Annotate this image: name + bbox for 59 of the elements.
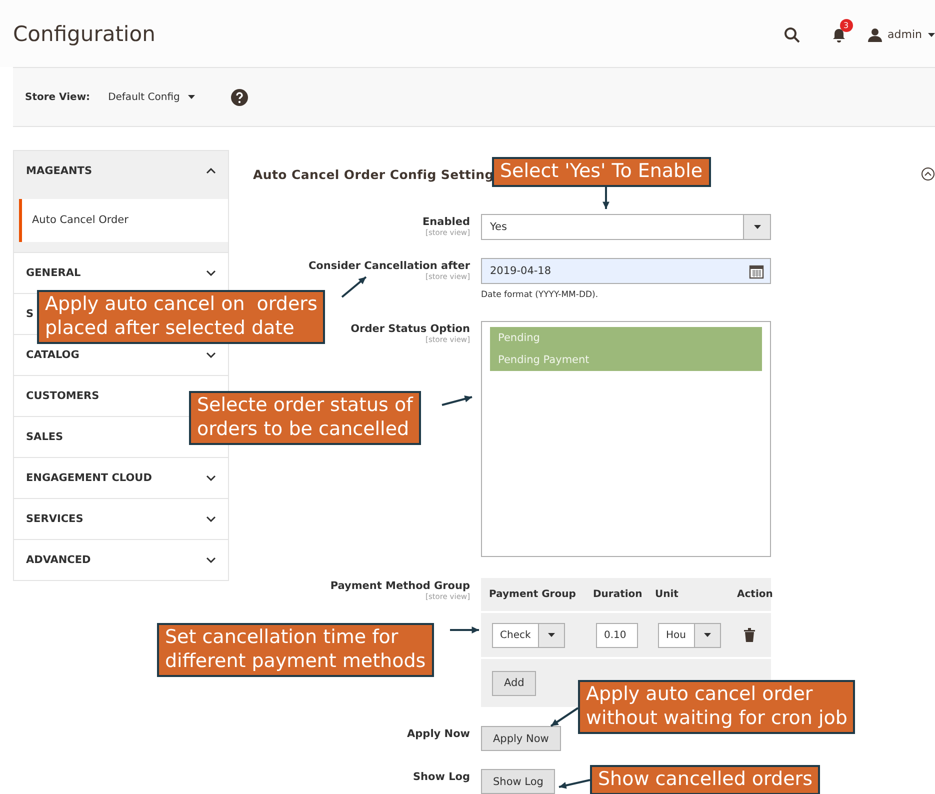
unit-select[interactable]: Hou — [658, 622, 721, 648]
annotation-tooltip: Apply auto cancel order without waiting for cron job — [578, 680, 856, 734]
annotation-tooltip: Selecte order status of orders to be cancelled — [189, 391, 421, 444]
field-label: Payment Method Group — [330, 580, 470, 592]
sidebar-section[interactable]: SERVICES — [26, 513, 84, 525]
calendar-icon[interactable] — [749, 264, 764, 278]
field-note: Date format (YYYY-MM-DD). — [481, 290, 600, 300]
sidebar-item[interactable]: Auto Cancel Order — [19, 199, 228, 242]
field-label: Enabled — [422, 216, 470, 228]
caret-icon — [928, 32, 935, 36]
payment-group-select[interactable]: Check — [492, 622, 565, 648]
column-header: Duration — [593, 589, 644, 600]
notification-badge: 3 — [840, 18, 853, 32]
field-label: Order Status Option — [350, 323, 470, 335]
sidebar-section[interactable]: CUSTOMERS — [26, 390, 100, 402]
column-header: Unit — [655, 589, 680, 600]
date-field[interactable]: 2019-04-18 — [481, 258, 771, 284]
select-field[interactable]: Yes — [481, 214, 771, 240]
field-label: Consider Cancellation after — [308, 260, 470, 272]
action-button[interactable]: Show Log — [481, 769, 556, 794]
trash-icon[interactable] — [744, 628, 755, 642]
annotation-arrow — [442, 396, 472, 406]
annotation-arrow — [550, 707, 579, 727]
annotation-tooltip: Set cancellation time for different payment methods — [157, 623, 434, 676]
caret-icon — [754, 225, 760, 229]
sidebar-section[interactable]: ADVANCED — [26, 554, 91, 566]
store-view-select[interactable]: Default Config — [108, 92, 195, 102]
annotation-tooltip: Show cancelled orders — [590, 765, 820, 794]
user-icon — [868, 28, 882, 42]
field-label: Show Log — [412, 771, 470, 783]
caret-icon — [548, 633, 555, 637]
sidebar-section[interactable]: S — [26, 308, 34, 320]
column-header: Action — [737, 589, 774, 600]
sidebar-section[interactable]: GENERAL — [26, 267, 81, 279]
collapse-icon[interactable] — [921, 167, 935, 181]
search-icon[interactable] — [784, 26, 800, 42]
annotation-arrow — [558, 779, 590, 789]
sidebar-section[interactable]: ENGAGEMENT CLOUD — [26, 472, 152, 484]
help-icon[interactable] — [230, 88, 248, 106]
sidebar-section[interactable]: MAGEANTS — [26, 165, 92, 177]
annotation-arrow — [341, 276, 367, 298]
add-button[interactable]: Add — [492, 670, 536, 696]
user-menu[interactable]: admin — [868, 28, 935, 42]
caret-icon — [188, 95, 195, 99]
column-header: Payment Group — [489, 589, 577, 600]
annotation-arrow — [450, 626, 479, 634]
annotation-tooltip: Select 'Yes' To Enable — [492, 157, 711, 187]
annotation-arrow — [602, 186, 610, 209]
page-title: Configuration — [13, 22, 156, 46]
caret-icon — [704, 633, 711, 637]
annotation-tooltip: Apply auto cancel on orders placed after selected date — [37, 290, 326, 344]
bell-icon[interactable] — [832, 28, 846, 42]
section-title: Auto Cancel Order Config Setting — [253, 166, 494, 182]
store-view-label: Store View: — [25, 92, 90, 102]
sidebar-section[interactable]: CATALOG — [26, 349, 80, 361]
field-label: Apply Now — [407, 728, 470, 740]
sidebar-section[interactable]: SALES — [26, 431, 64, 443]
action-button[interactable]: Apply Now — [481, 726, 561, 751]
duration-field[interactable]: 0.10 — [596, 622, 638, 648]
